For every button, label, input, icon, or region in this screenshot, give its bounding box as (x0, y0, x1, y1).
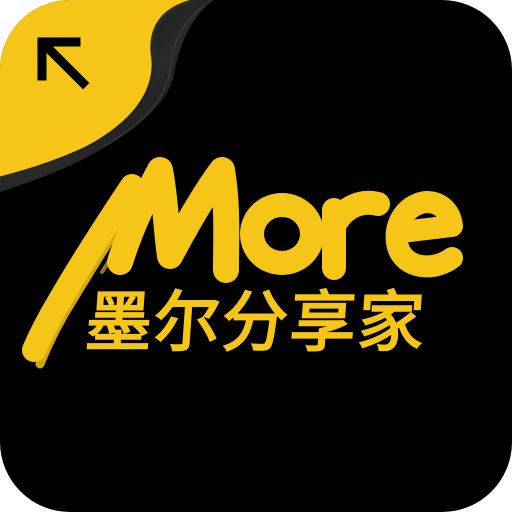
app-name-chinese: 墨尔分享家 (83, 283, 429, 361)
app-icon-artwork (0, 0, 512, 512)
letter-e (385, 191, 463, 278)
icon-canvas: 墨尔分享家 (0, 0, 512, 512)
app-icon[interactable]: 墨尔分享家 (0, 0, 512, 512)
